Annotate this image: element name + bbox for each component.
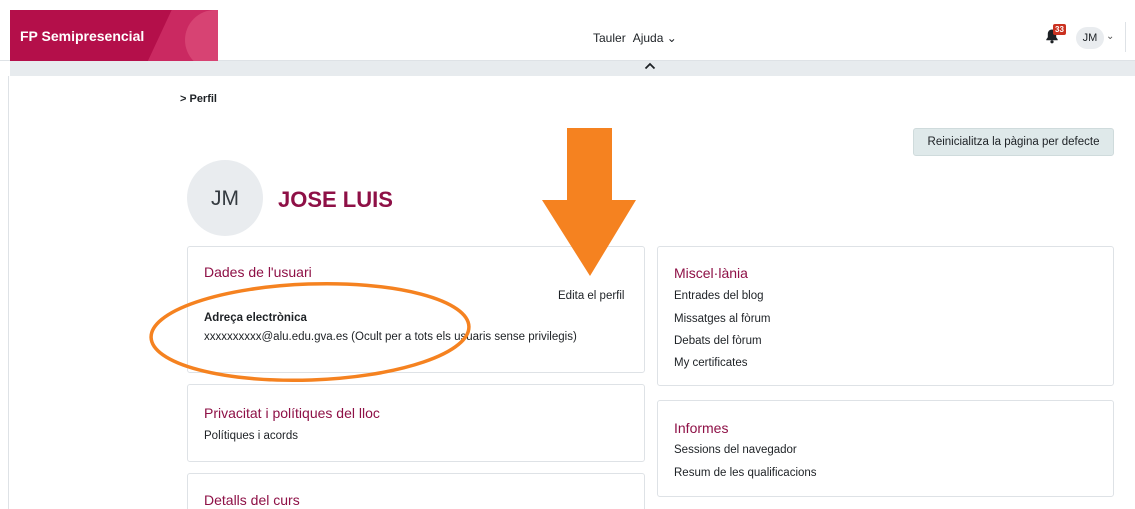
user-avatar[interactable]: JM <box>1076 27 1104 49</box>
card-privacy: Privacitat i polítiques del lloc Polítiq… <box>187 384 645 462</box>
chevron-up-icon[interactable] <box>643 59 657 73</box>
blog-entries-link[interactable]: Entrades del blog <box>674 290 764 302</box>
email-value: xxxxxxxxxx@alu.edu.gva.es (Ocult per a t… <box>204 331 577 343</box>
certificates-link[interactable]: My certificates <box>674 357 748 369</box>
navbar-divider <box>1125 22 1126 52</box>
reset-page-button[interactable]: Reinicialitza la pàgina per defecte <box>913 128 1114 156</box>
primary-navigation: Tauler Ajuda ⌄ <box>593 31 677 45</box>
top-navbar: FP Semipresencial Tauler Ajuda ⌄ 33 JM ⌄ <box>0 0 1135 61</box>
notification-badge: 33 <box>1053 24 1066 35</box>
nav-item-tauler[interactable]: Tauler <box>593 31 626 45</box>
chevron-down-icon[interactable]: ⌄ <box>1106 31 1114 42</box>
email-label: Adreça electrònica <box>204 312 307 324</box>
card-title: Detalls del curs <box>204 492 300 508</box>
grades-overview-link[interactable]: Resum de les qualificacions <box>674 467 817 479</box>
header-collapse-bar[interactable] <box>10 61 1135 76</box>
card-reports: Informes Sessions del navegador Resum de… <box>657 400 1114 497</box>
brand-logo[interactable]: FP Semipresencial <box>10 10 218 61</box>
forum-posts-link[interactable]: Missatges al fòrum <box>674 313 771 325</box>
nav-item-ajuda[interactable]: Ajuda ⌄ <box>633 31 677 45</box>
edit-profile-link[interactable]: Edita el perfil <box>558 290 624 302</box>
card-title: Dades de l'usuari <box>204 264 312 280</box>
card-user-details: Dades de l'usuari Edita el perfil Adreça… <box>187 246 645 373</box>
card-course-details: Detalls del curs <box>187 473 645 509</box>
breadcrumb[interactable]: > Perfil <box>180 93 217 105</box>
policies-link[interactable]: Polítiques i acords <box>204 430 298 442</box>
card-title: Miscel·lània <box>674 265 748 281</box>
page-left-border <box>8 76 9 509</box>
page-title: JOSE LUIS <box>278 187 393 212</box>
brand-name[interactable]: FP Semipresencial <box>20 28 144 44</box>
forum-discussions-link[interactable]: Debats del fòrum <box>674 335 762 347</box>
browser-sessions-link[interactable]: Sessions del navegador <box>674 444 797 456</box>
card-misc: Miscel·lània Entrades del blog Missatges… <box>657 246 1114 386</box>
card-title: Informes <box>674 420 729 436</box>
card-title: Privacitat i polítiques del lloc <box>204 405 380 421</box>
profile-avatar: JM <box>187 160 263 236</box>
